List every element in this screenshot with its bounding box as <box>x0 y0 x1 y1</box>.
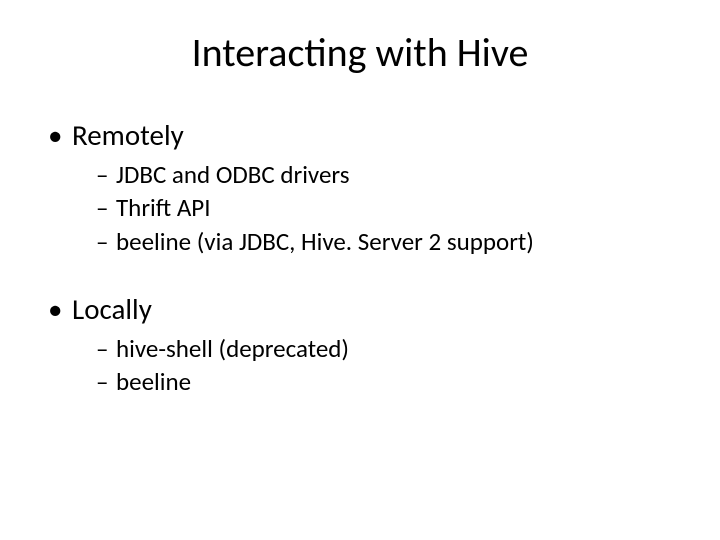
sub-bullet-text: Thrift API <box>116 192 211 223</box>
dash-icon: – <box>96 159 116 190</box>
sub-bullet-group: – JDBC and ODBC drivers – Thrift API – b… <box>96 159 680 257</box>
dash-icon: – <box>96 192 116 223</box>
bullet-level2: – beeline <box>96 366 680 397</box>
sub-bullet-text: JDBC and ODBC drivers <box>116 159 349 190</box>
bullet-text: Locally <box>72 291 152 327</box>
bullet-level2: – hive-shell (deprecated) <box>96 333 680 364</box>
sub-bullet-group: – hive-shell (deprecated) – beeline <box>96 333 680 398</box>
bullet-level2: – Thrift API <box>96 192 680 223</box>
bullet-level1: • Locally <box>48 291 680 327</box>
dash-icon: – <box>96 226 116 257</box>
bullet-level2: – JDBC and ODBC drivers <box>96 159 680 190</box>
slide-title: Interacting with Hive <box>40 28 680 77</box>
sub-bullet-text: beeline (via JDBC, Hive. Server 2 suppor… <box>116 226 534 257</box>
bullet-text: Remotely <box>72 117 184 153</box>
bullet-icon: • <box>48 117 72 153</box>
slide: Interacting with Hive • Remotely – JDBC … <box>0 0 720 540</box>
bullet-level2: – beeline (via JDBC, Hive. Server 2 supp… <box>96 226 680 257</box>
dash-icon: – <box>96 333 116 364</box>
bullet-level1: • Remotely <box>48 117 680 153</box>
sub-bullet-text: hive-shell (deprecated) <box>116 333 349 364</box>
bullet-icon: • <box>48 291 72 327</box>
sub-bullet-text: beeline <box>116 366 191 397</box>
dash-icon: – <box>96 366 116 397</box>
slide-content: • Remotely – JDBC and ODBC drivers – Thr… <box>40 117 680 397</box>
